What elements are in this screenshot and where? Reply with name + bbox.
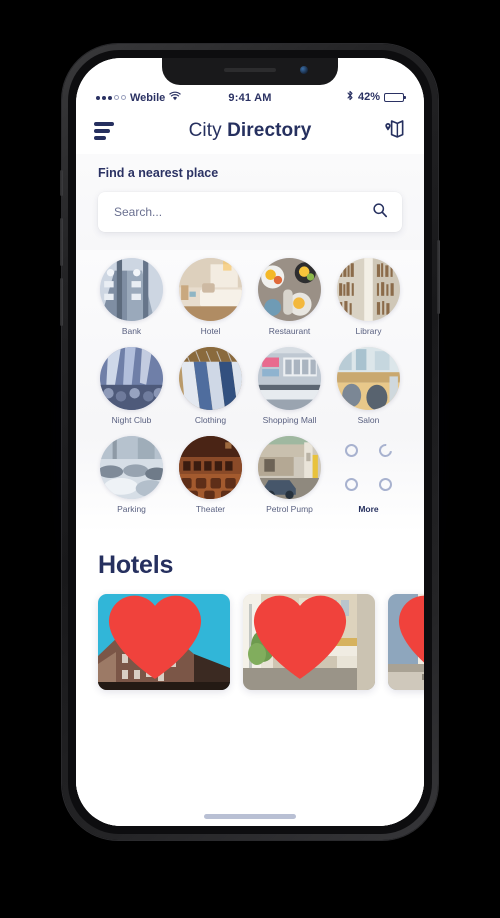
status-bar-left: Webile	[96, 91, 201, 104]
screenshot-canvas: Webile 9:41 AM 42% City Directory Find a…	[0, 0, 500, 918]
category-item-hotel[interactable]: Hotel	[173, 258, 248, 341]
category-item-theater[interactable]: Theater	[173, 436, 248, 519]
hotel-card[interactable]	[388, 594, 424, 690]
carrier-name: Webile	[130, 91, 166, 104]
more-dot	[344, 443, 358, 457]
category-item-parking[interactable]: Parking	[94, 436, 169, 519]
page-title-bold: Directory	[227, 120, 312, 141]
category-item-petrol-pump[interactable]: Petrol Pump	[252, 436, 327, 519]
category-label: Shopping Mall	[262, 415, 317, 425]
category-item-restaurant[interactable]: Restaurant	[252, 258, 327, 341]
category-item-shopping-mall[interactable]: Shopping Mall	[252, 347, 327, 430]
wifi-icon	[169, 91, 181, 104]
clothing-photo	[179, 347, 242, 410]
search-bar[interactable]	[98, 192, 402, 232]
hotel-card[interactable]	[98, 594, 230, 690]
category-item-library[interactable]: Library	[331, 258, 406, 341]
category-label: Parking	[117, 504, 146, 514]
category-label: Theater	[195, 504, 226, 514]
category-label: Night Club	[111, 415, 152, 425]
map-location-icon	[383, 117, 406, 145]
more-dot	[344, 478, 358, 492]
home-indicator[interactable]	[204, 814, 296, 819]
hotels-carousel[interactable]	[98, 594, 424, 690]
page-title: City Directory	[136, 120, 364, 142]
category-label: Bank	[121, 326, 142, 336]
category-item-more[interactable]: More	[331, 436, 406, 519]
category-label: Hotel	[200, 326, 221, 336]
notch	[162, 58, 338, 85]
volume-down-button[interactable]	[60, 278, 63, 326]
category-label: Petrol Pump	[266, 504, 313, 514]
categories-grid: Bank Hotel Restaurant Library Night Club…	[94, 258, 406, 519]
scroll-content[interactable]: Find a nearest place Search... Bank Hote…	[76, 154, 424, 826]
search-section: Find a nearest place	[76, 154, 424, 250]
hotels-section-title: Hotels	[98, 551, 174, 579]
front-camera	[300, 66, 308, 74]
more-dot-partial	[376, 441, 395, 460]
more-grid-icon	[337, 436, 400, 499]
power-button[interactable]	[437, 240, 440, 314]
salon-photo	[337, 347, 400, 410]
battery-icon	[383, 92, 406, 102]
theater-photo	[179, 436, 242, 499]
category-item-bank[interactable]: Bank	[94, 258, 169, 341]
bluetooth-icon	[346, 90, 354, 104]
bank-photo	[100, 258, 163, 321]
categories-section: Bank Hotel Restaurant Library Night Club…	[76, 250, 424, 533]
hamburger-menu-icon	[94, 122, 114, 140]
hotel-photo	[179, 258, 242, 321]
library-photo	[337, 258, 400, 321]
search-icon[interactable]	[372, 202, 388, 223]
silent-switch[interactable]	[60, 170, 63, 196]
signal-strength-icon	[96, 95, 126, 100]
petrol-photo	[258, 436, 321, 499]
category-label: Restaurant	[268, 326, 311, 336]
category-item-clothing[interactable]: Clothing	[173, 347, 248, 430]
category-item-salon[interactable]: Salon	[331, 347, 406, 430]
battery-percent-label: 42%	[357, 91, 380, 103]
category-label: Library	[355, 326, 382, 336]
nightclub-photo	[100, 347, 163, 410]
menu-button[interactable]	[94, 122, 136, 140]
earpiece-speaker	[224, 68, 276, 72]
hotels-section: Hotels	[76, 533, 424, 690]
search-section-label: Find a nearest place	[98, 166, 219, 180]
phone-screen: Webile 9:41 AM 42% City Directory Find a…	[76, 58, 424, 826]
app-root: Webile 9:41 AM 42% City Directory Find a…	[76, 58, 424, 826]
restaurant-photo	[258, 258, 321, 321]
parking-photo	[100, 436, 163, 499]
clock: 9:41 AM	[228, 92, 272, 104]
category-label: Salon	[357, 415, 380, 425]
app-header: City Directory	[76, 108, 424, 154]
hotel-card[interactable]	[243, 594, 375, 690]
search-input[interactable]	[112, 204, 372, 220]
volume-up-button[interactable]	[60, 218, 63, 266]
map-button[interactable]	[364, 117, 406, 145]
category-label: Clothing	[194, 415, 227, 425]
heart-icon[interactable]	[243, 594, 366, 684]
mall-photo	[258, 347, 321, 410]
status-bar-right: 42%	[299, 90, 406, 104]
heart-icon[interactable]	[388, 594, 424, 684]
page-title-light: City	[188, 120, 228, 141]
more-dot	[379, 478, 393, 492]
category-label: More	[358, 504, 379, 514]
category-item-night-club[interactable]: Night Club	[94, 347, 169, 430]
heart-icon[interactable]	[98, 594, 221, 684]
